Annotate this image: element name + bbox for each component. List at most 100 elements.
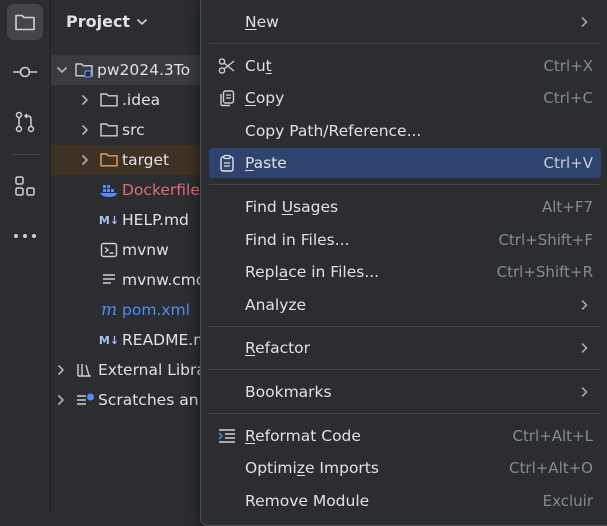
tree-item-idea[interactable]: .idea <box>51 85 211 115</box>
markdown-icon: M↓ <box>98 333 120 347</box>
project-panel-title[interactable]: Project <box>66 12 148 31</box>
menu-item-paste[interactable]: Paste Ctrl+V <box>209 148 601 178</box>
tree-item-src[interactable]: src <box>51 115 211 145</box>
menu-shortcut: Ctrl+C <box>543 89 593 107</box>
tree-item-help-md[interactable]: M↓ HELP.md <box>51 205 211 235</box>
menu-shortcut: Ctrl+Alt+L <box>512 427 594 445</box>
tree-item-dockerfile[interactable]: Dockerfile <box>51 175 211 205</box>
tree-item-label: .idea <box>122 91 161 109</box>
menu-item-label: New <box>245 13 279 31</box>
menu-item-new[interactable]: New <box>209 7 601 37</box>
tree-item-pom-xml[interactable]: m pom.xml <box>51 295 211 325</box>
commit-icon <box>13 66 37 78</box>
tree-item-readme-md[interactable]: M↓ README.md <box>51 325 211 355</box>
folder-icon <box>99 91 119 109</box>
chevron-right-icon[interactable] <box>77 92 93 108</box>
more-tools-button[interactable] <box>7 218 43 254</box>
menu-item-reformat-code[interactable]: Reformat Code Ctrl+Alt+L <box>209 421 601 451</box>
menu-item-remove-module[interactable]: Remove Module Excluir <box>209 486 601 516</box>
module-folder-icon <box>74 61 94 79</box>
chevron-right-icon[interactable] <box>53 362 69 378</box>
tree-item-label: HELP.md <box>122 211 189 229</box>
menu-shortcut: Ctrl+V <box>543 154 593 172</box>
more-icon <box>14 234 36 238</box>
menu-item-copy[interactable]: Copy Ctrl+C <box>209 83 601 113</box>
menu-item-label: Find Usages <box>245 198 339 216</box>
menu-shortcut: Excluir <box>542 492 593 510</box>
tree-item-label: target <box>122 151 170 169</box>
menu-shortcut: Ctrl+X <box>543 57 593 75</box>
chevron-right-icon[interactable] <box>77 122 93 138</box>
chevron-right-icon <box>581 342 588 354</box>
tree-item-label: src <box>122 121 145 139</box>
menu-shortcut: Ctrl+Shift+R <box>496 263 593 281</box>
scratches-icon <box>75 391 95 409</box>
tree-item-label: README.md <box>122 331 211 349</box>
tree-item-target[interactable]: target <box>51 145 211 175</box>
tree-item-label: mvnw <box>122 241 169 259</box>
project-tool-button[interactable] <box>7 4 43 40</box>
reformat-icon <box>218 427 236 445</box>
terminal-icon <box>99 241 119 259</box>
menu-item-copy-path-reference[interactable]: Copy Path/Reference... <box>209 116 601 146</box>
structure-tool-button[interactable] <box>7 168 43 204</box>
menu-item-cut[interactable]: Cut Ctrl+X <box>209 51 601 81</box>
chevron-right-icon[interactable] <box>53 392 69 408</box>
maven-icon: m <box>100 300 118 320</box>
menu-item-label: Copy <box>245 89 285 107</box>
structure-icon <box>15 176 35 196</box>
folder-icon <box>99 121 119 139</box>
menu-item-label: Bookmarks <box>245 383 332 401</box>
menu-shortcut: Ctrl+Alt+O <box>509 459 593 477</box>
chevron-right-icon <box>581 299 588 311</box>
library-icon <box>75 361 95 379</box>
menu-item-label: Analyze <box>245 296 307 314</box>
tree-item-label: Scratches an <box>98 391 199 409</box>
menu-item-find-in-files[interactable]: Find in Files... Ctrl+Shift+F <box>209 225 601 255</box>
menu-item-label: Paste <box>245 154 287 172</box>
copy-icon <box>218 89 236 107</box>
activity-bar <box>0 0 51 514</box>
chevron-down-icon[interactable] <box>54 62 70 78</box>
text-file-icon <box>99 271 119 289</box>
menu-item-label: Copy Path/Reference... <box>245 122 422 140</box>
chevron-right-icon <box>581 386 588 398</box>
menu-item-bookmarks[interactable]: Bookmarks <box>209 377 601 407</box>
project-panel: Project pw2024.3To .idea src target Dock… <box>51 0 211 514</box>
pull-requests-icon <box>15 111 35 133</box>
pull-requests-tool-button[interactable] <box>7 104 43 140</box>
menu-separator <box>209 413 601 414</box>
tree-item-label: pom.xml <box>122 301 190 319</box>
chevron-right-icon[interactable] <box>77 152 93 168</box>
commit-tool-button[interactable] <box>7 54 43 90</box>
menu-separator <box>209 369 601 370</box>
menu-item-label: Replace in Files... <box>245 263 380 281</box>
menu-item-replace-in-files[interactable]: Replace in Files... Ctrl+Shift+R <box>209 257 601 287</box>
menu-item-optimize-imports[interactable]: Optimize Imports Ctrl+Alt+O <box>209 453 601 483</box>
menu-item-refactor[interactable]: Refactor <box>209 333 601 363</box>
menu-separator <box>209 326 601 327</box>
tree-item-root-module[interactable]: pw2024.3To <box>51 55 211 85</box>
chevron-down-icon <box>137 18 148 25</box>
activity-divider <box>11 154 39 155</box>
tree-item-external-libraries[interactable]: External Libra <box>51 355 211 385</box>
menu-item-label: Refactor <box>245 339 311 357</box>
menu-item-analyze[interactable]: Analyze <box>209 290 601 320</box>
tree-item-mvnw-cmd[interactable]: mvnw.cmd <box>51 265 211 295</box>
tree-item-label: Dockerfile <box>122 181 200 199</box>
tree-item-label: External Libra <box>98 361 206 379</box>
tree-item-mvnw[interactable]: mvnw <box>51 235 211 265</box>
chevron-right-icon <box>581 16 588 28</box>
menu-shortcut: Alt+F7 <box>541 198 593 216</box>
scissors-icon <box>218 57 236 75</box>
markdown-icon: M↓ <box>98 213 120 227</box>
menu-item-label: Cut <box>245 57 272 75</box>
paste-icon <box>218 154 236 172</box>
tree-item-scratches[interactable]: Scratches an <box>51 385 211 415</box>
menu-separator <box>209 184 601 185</box>
panel-title-label: Project <box>66 12 131 31</box>
project-icon <box>15 14 35 31</box>
menu-item-find-usages[interactable]: Find Usages Alt+F7 <box>209 192 601 222</box>
menu-item-label: Remove Module <box>245 492 370 510</box>
tree-item-label: pw2024.3To <box>97 61 191 79</box>
